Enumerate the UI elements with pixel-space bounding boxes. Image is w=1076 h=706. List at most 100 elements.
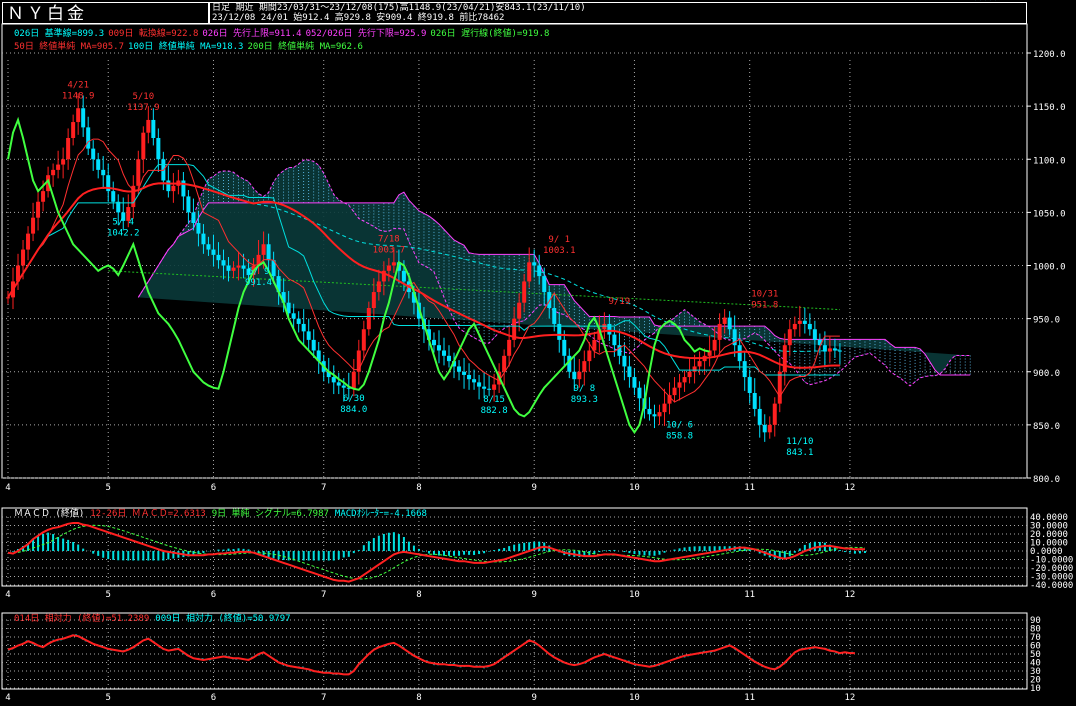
candle — [822, 345, 827, 352]
candle — [457, 366, 462, 372]
candle — [792, 323, 797, 330]
candle — [787, 329, 792, 346]
annotation-date: 9/19 — [609, 297, 631, 307]
candle — [442, 350, 446, 356]
candle — [156, 138, 161, 160]
candle — [436, 345, 441, 351]
candle — [447, 355, 452, 362]
month-label: 5 — [106, 483, 111, 493]
candle — [542, 276, 547, 293]
candle — [487, 388, 492, 390]
annotation-date: 5/ 4 — [112, 217, 134, 227]
candle — [366, 308, 371, 330]
candle — [186, 196, 191, 213]
month-label: 6 — [211, 590, 216, 600]
price-axis-label: 900.0 — [1033, 369, 1060, 379]
candle — [301, 323, 306, 332]
month-label: 10 — [629, 693, 640, 703]
candle — [672, 387, 677, 396]
month-label: 5 — [106, 590, 111, 600]
annotation-value: 843.1 — [786, 448, 813, 458]
candle — [61, 159, 66, 165]
candle — [141, 132, 146, 160]
candle — [401, 270, 406, 282]
candle — [587, 350, 592, 362]
candle — [146, 119, 151, 133]
candle — [336, 382, 341, 386]
candle — [306, 331, 311, 340]
candle — [171, 185, 176, 192]
candle — [837, 350, 842, 352]
annotation-value: 991.4 — [245, 278, 272, 288]
candle — [166, 180, 171, 192]
candle — [386, 265, 391, 271]
candle — [462, 371, 467, 375]
candle — [201, 233, 206, 245]
rsi-axis-label: 10 — [1030, 684, 1041, 694]
candle — [492, 384, 497, 390]
candle — [522, 281, 527, 303]
month-label: 4 — [5, 693, 10, 703]
candle — [657, 412, 662, 417]
candle — [552, 308, 557, 324]
candle — [527, 262, 532, 282]
month-label: 5 — [106, 693, 111, 703]
candle — [697, 361, 702, 367]
candle — [136, 159, 141, 186]
month-label: 8 — [416, 483, 421, 493]
candle — [722, 317, 727, 324]
macd-axis-label: -40.0000 — [1030, 581, 1073, 591]
month-label: 9 — [531, 483, 536, 493]
candle — [482, 386, 487, 389]
annotation-date: 8/15 — [483, 395, 505, 405]
candle — [827, 348, 832, 352]
candle — [677, 382, 682, 388]
candle — [757, 408, 762, 425]
candle — [266, 244, 271, 261]
candle — [296, 318, 301, 324]
candle — [467, 374, 472, 380]
price-axis-label: 1100.0 — [1033, 156, 1066, 166]
candle — [311, 339, 316, 351]
candle — [472, 379, 477, 383]
candle — [477, 382, 482, 387]
candle — [797, 320, 802, 324]
annotation-value: 884.0 — [340, 405, 367, 415]
candle — [361, 329, 366, 351]
candle — [216, 254, 221, 261]
month-label: 12 — [845, 693, 856, 703]
candle — [812, 329, 817, 340]
candle — [737, 345, 742, 362]
candle — [431, 339, 436, 346]
candle — [31, 217, 36, 234]
candle — [241, 265, 246, 269]
candle — [687, 371, 692, 378]
candle — [762, 424, 767, 433]
annotation-value: 1003.1 — [543, 246, 576, 256]
price-axis-label: 850.0 — [1033, 422, 1060, 432]
candle — [191, 212, 196, 223]
candle — [752, 393, 757, 409]
candle — [517, 302, 522, 319]
candle — [602, 323, 607, 330]
candle — [582, 361, 587, 372]
candle — [6, 297, 10, 299]
month-label: 10 — [629, 483, 640, 493]
candle — [101, 169, 106, 176]
candle — [116, 201, 121, 213]
annotation-date: 9/ 8 — [573, 384, 595, 394]
candle — [86, 127, 91, 149]
candle — [51, 169, 56, 176]
candle — [547, 292, 552, 308]
candle — [206, 244, 211, 250]
macd-line — [7, 521, 865, 583]
month-label: 4 — [5, 483, 10, 493]
candle — [226, 265, 231, 271]
annotation-date: 6/ 9 — [248, 267, 270, 277]
candle — [637, 387, 642, 399]
candle — [507, 339, 512, 356]
candle — [767, 424, 772, 433]
annotation-value: 882.8 — [481, 406, 508, 416]
month-label: 8 — [416, 590, 421, 600]
annotation-value: 1137.9 — [127, 103, 160, 113]
